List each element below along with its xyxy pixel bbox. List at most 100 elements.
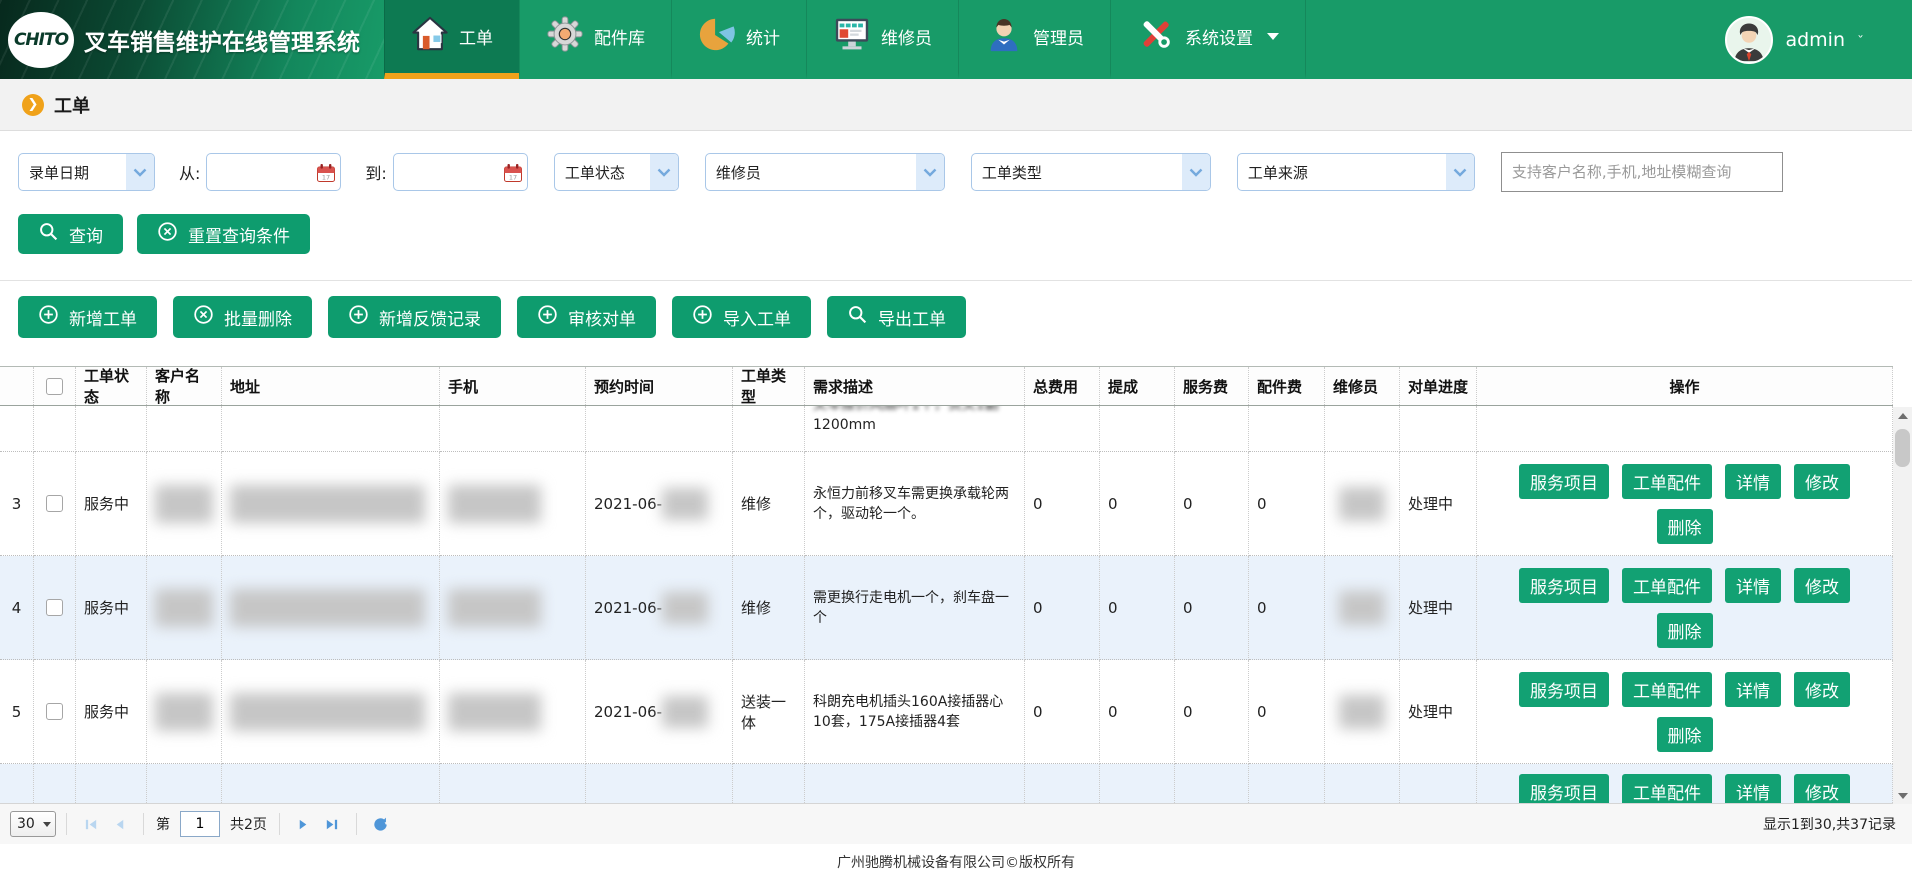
keyword-search-input[interactable] bbox=[1501, 152, 1783, 192]
nav-item-label: 统计 bbox=[746, 24, 780, 49]
cell-operations bbox=[1477, 406, 1893, 452]
search-button[interactable]: 查询 bbox=[18, 214, 123, 254]
nav-item-work-order[interactable]: 工单 bbox=[384, 0, 519, 79]
cell-progress: 处理中 bbox=[1400, 452, 1477, 556]
order-parts-button[interactable]: 工单配件 bbox=[1622, 774, 1712, 803]
redacted-blur bbox=[448, 485, 541, 523]
person-icon bbox=[985, 15, 1023, 58]
details-button[interactable]: 详情 bbox=[1725, 568, 1781, 603]
row-checkbox[interactable] bbox=[46, 703, 63, 720]
nav-item-administrator[interactable]: 管理员 bbox=[958, 0, 1110, 79]
cell-address bbox=[222, 452, 440, 556]
cell-order-type bbox=[733, 764, 805, 803]
redacted-blur bbox=[155, 589, 213, 627]
from-label: 从: bbox=[179, 160, 200, 184]
cell-progress bbox=[1400, 406, 1477, 452]
scroll-up-arrow[interactable] bbox=[1893, 407, 1912, 424]
user-menu[interactable]: admin ˅ bbox=[1725, 0, 1912, 79]
batch-delete-button[interactable]: 批量删除 bbox=[173, 296, 312, 338]
prev-page-button[interactable] bbox=[108, 813, 130, 835]
copyright-text: 广州驰腾机械设备有限公司©版权所有 bbox=[837, 852, 1075, 872]
cell-address bbox=[222, 406, 440, 452]
table-actions-row: 新增工单批量删除新增反馈记录审核对单导入工单导出工单 bbox=[0, 281, 1912, 341]
edit-button[interactable]: 修改 bbox=[1794, 568, 1850, 603]
chevron-down-icon bbox=[916, 153, 944, 191]
chevron-down-icon bbox=[1182, 153, 1210, 191]
first-page-button[interactable] bbox=[80, 813, 102, 835]
records-summary: 显示1到30,共37记录 bbox=[1763, 814, 1902, 834]
scroll-down-arrow[interactable] bbox=[1893, 787, 1912, 804]
select-all-checkbox[interactable] bbox=[46, 378, 63, 395]
row-checkbox[interactable] bbox=[46, 495, 63, 512]
nav-item-parts-library[interactable]: 配件库 bbox=[519, 0, 671, 79]
edit-button[interactable]: 修改 bbox=[1794, 464, 1850, 499]
order-parts-button[interactable]: 工单配件 bbox=[1622, 672, 1712, 707]
cell-progress: 处理中 bbox=[1400, 660, 1477, 764]
import-work-orders-button[interactable]: 导入工单 bbox=[672, 296, 811, 338]
details-button[interactable]: 详情 bbox=[1725, 464, 1781, 499]
cell-service-fee: 0 bbox=[1175, 660, 1249, 764]
date-to-input[interactable]: 17 bbox=[393, 153, 528, 191]
cell-demand-description: 科朗充电机插头160A接插器心10套，175A接插器4套 bbox=[805, 660, 1025, 764]
add-work-order-button[interactable]: 新增工单 bbox=[18, 296, 157, 338]
cell-operations: 服务项目工单配件详情修改删除 bbox=[1477, 452, 1893, 556]
search-icon bbox=[847, 304, 868, 330]
service-items-button[interactable]: 服务项目 bbox=[1519, 568, 1609, 603]
order-source-select[interactable]: 工单来源 bbox=[1237, 153, 1475, 191]
export-work-orders-button[interactable]: 导出工单 bbox=[827, 296, 966, 338]
edit-button[interactable]: 修改 bbox=[1794, 672, 1850, 707]
row-checkbox[interactable] bbox=[46, 599, 63, 616]
page-number-input[interactable] bbox=[180, 811, 220, 837]
main-nav: 工单配件库 统计 维修员管理员系统设置 bbox=[384, 0, 1306, 79]
delete-button[interactable]: 删除 bbox=[1657, 509, 1713, 544]
details-button[interactable]: 详情 bbox=[1725, 774, 1781, 803]
cell-repairman bbox=[1325, 660, 1400, 764]
cell-address bbox=[222, 556, 440, 660]
redacted-blur bbox=[230, 485, 425, 523]
chevron-down-icon: ˅ bbox=[1857, 34, 1864, 45]
details-button[interactable]: 详情 bbox=[1725, 672, 1781, 707]
pagination-bar: 30 第 共2页 显示1到30,共37记录 bbox=[0, 803, 1912, 844]
filter-buttons: 查询 重置查询条件 bbox=[18, 214, 1894, 254]
edit-button[interactable]: 修改 bbox=[1794, 774, 1850, 803]
date-from-input[interactable]: 17 bbox=[206, 153, 341, 191]
page-title: 工单 bbox=[54, 92, 90, 118]
table-header-row: 工单状态客户名称地址手机预约时间工单类型需求描述总费用提成服务费配件费维修员对单… bbox=[0, 366, 1893, 406]
order-parts-button[interactable]: 工单配件 bbox=[1622, 464, 1712, 499]
redacted-blur bbox=[662, 592, 708, 624]
header-col-3: 手机 bbox=[440, 367, 586, 405]
reset-filters-button[interactable]: 重置查询条件 bbox=[137, 214, 310, 254]
nav-item-system-settings[interactable]: 系统设置 bbox=[1110, 0, 1306, 79]
nav-item-repairman[interactable]: 维修员 bbox=[806, 0, 958, 79]
vertical-scrollbar[interactable] bbox=[1893, 407, 1912, 804]
service-items-button[interactable]: 服务项目 bbox=[1519, 464, 1609, 499]
chevron-down-icon bbox=[1446, 153, 1474, 191]
order-parts-button[interactable]: 工单配件 bbox=[1622, 568, 1712, 603]
nav-item-statistics[interactable]: 统计 bbox=[671, 0, 806, 79]
cell-demand-description: 永恒力前移叉车需更换承载轮两个，驱动轮一个。 bbox=[805, 452, 1025, 556]
date-type-select[interactable]: 录单日期 bbox=[18, 153, 155, 191]
next-page-button[interactable] bbox=[293, 813, 315, 835]
cell-service-fee bbox=[1175, 406, 1249, 452]
scrollbar-thumb[interactable] bbox=[1895, 429, 1910, 467]
order-type-select[interactable]: 工单类型 bbox=[971, 153, 1211, 191]
add-feedback-record-button[interactable]: 新增反馈记录 bbox=[328, 296, 501, 338]
cell-address bbox=[222, 660, 440, 764]
delete-button[interactable]: 删除 bbox=[1657, 717, 1713, 752]
cell-progress: 处理中 bbox=[1400, 556, 1477, 660]
last-page-button[interactable] bbox=[321, 813, 343, 835]
chevron-down-icon bbox=[43, 822, 51, 827]
order-status-select[interactable]: 工单状态 bbox=[554, 153, 679, 191]
row-action-buttons: 服务项目工单配件详情修改删除 bbox=[1509, 672, 1861, 752]
delete-button[interactable]: 删除 bbox=[1657, 613, 1713, 648]
service-items-button[interactable]: 服务项目 bbox=[1519, 774, 1609, 803]
review-reconcile-button[interactable]: 审核对单 bbox=[517, 296, 656, 338]
cell-row-number: 4 bbox=[0, 556, 34, 660]
cell-repairman bbox=[1325, 452, 1400, 556]
redacted-blur bbox=[1339, 695, 1385, 729]
refresh-icon[interactable] bbox=[370, 813, 392, 835]
repairman-select[interactable]: 维修员 bbox=[705, 153, 945, 191]
header-col-8: 提成 bbox=[1100, 367, 1175, 405]
service-items-button[interactable]: 服务项目 bbox=[1519, 672, 1609, 707]
page-size-select[interactable]: 30 bbox=[10, 811, 56, 837]
